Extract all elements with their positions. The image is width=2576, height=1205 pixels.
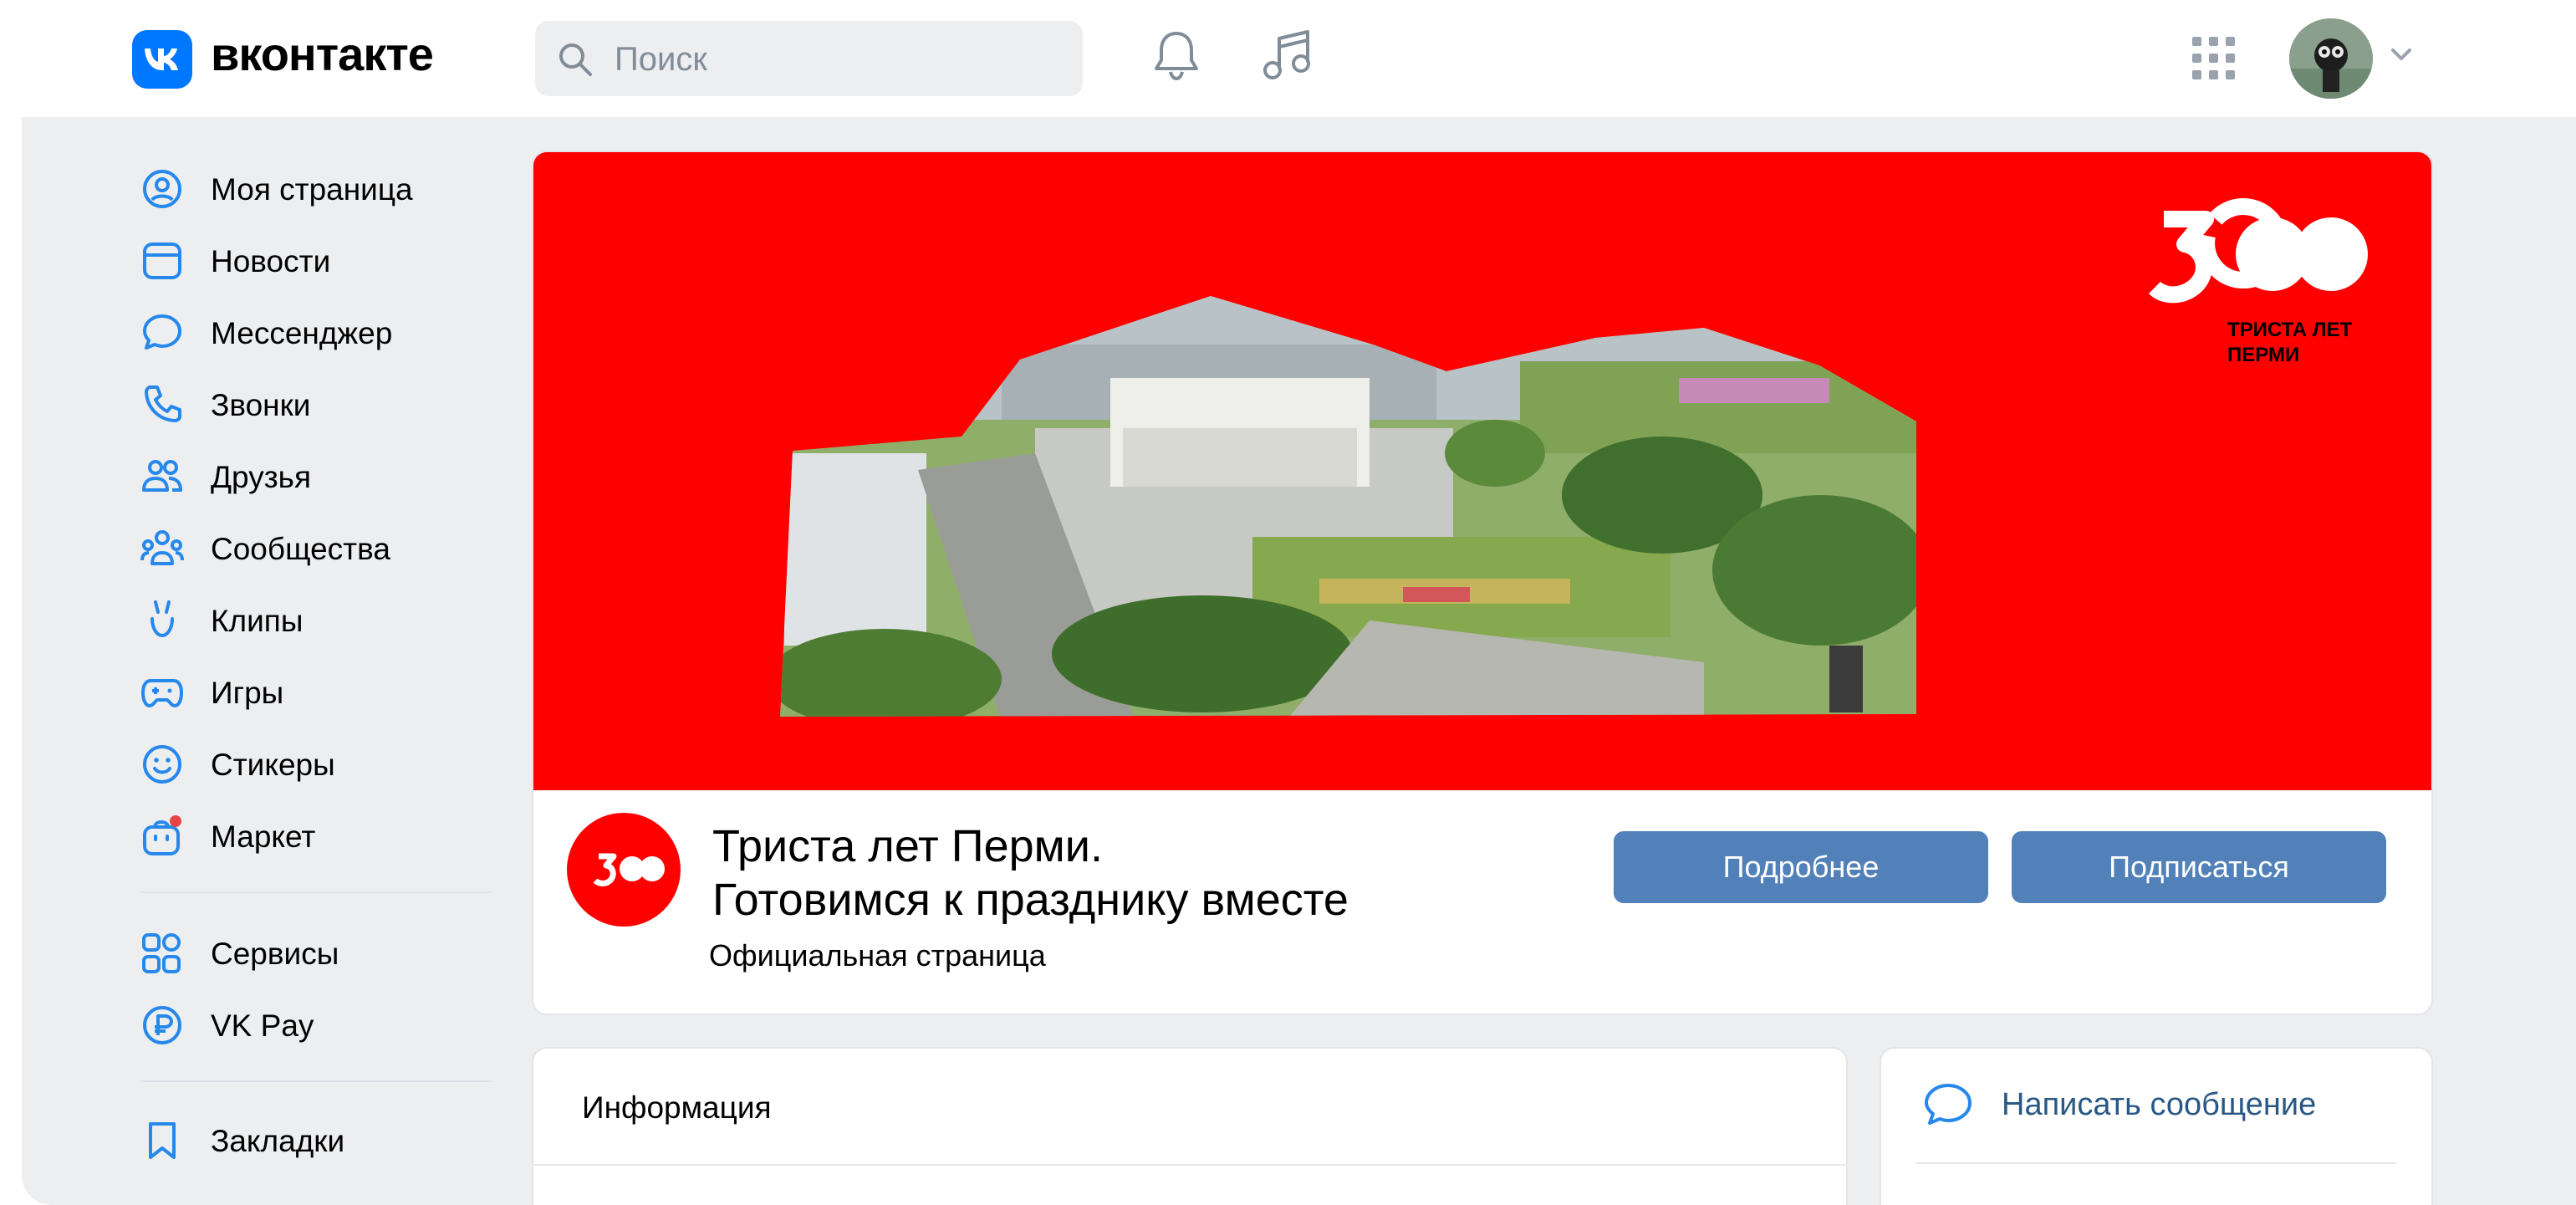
- gamepad-icon: [141, 679, 183, 707]
- sidebar-divider: [140, 1080, 492, 1082]
- sidebar-item-label: Маркет: [211, 820, 316, 854]
- group-avatar-300-logo: [593, 853, 665, 886]
- sidebar-item-label: Друзья: [211, 460, 311, 494]
- search-placeholder: Поиск: [615, 41, 707, 78]
- sidebar-item-label: Моя страница: [211, 172, 413, 207]
- sidebar-item-label: Игры: [211, 676, 284, 710]
- sidebar-item-messenger[interactable]: Мессенджер: [140, 308, 508, 358]
- card-divider: [533, 1164, 1846, 1166]
- services-grid-icon: [142, 933, 181, 973]
- sidebar-item-my-page[interactable]: Моя страница: [140, 164, 508, 214]
- chevron-down-icon[interactable]: [2390, 47, 2413, 62]
- sidebar-item-clips[interactable]: Клипы: [140, 595, 508, 646]
- sidebar-item-communities[interactable]: Сообщества: [140, 523, 508, 574]
- group-avatar[interactable]: [567, 813, 681, 927]
- clips-icon: [150, 600, 174, 638]
- newspaper-icon: [143, 243, 181, 279]
- sidebar-item-label: Новости: [211, 244, 331, 278]
- sidebar-item-bookmarks[interactable]: Закладки: [140, 1116, 508, 1166]
- search-icon: [559, 43, 592, 76]
- sidebar-item-label: Стикеры: [211, 748, 335, 782]
- more-button[interactable]: Подробнее: [1614, 831, 1988, 903]
- info-card: Информация: [533, 1049, 1846, 1205]
- music-icon[interactable]: [1262, 27, 1314, 82]
- write-message-button[interactable]: Написать сообщение: [1881, 1049, 2431, 1157]
- user-circle-icon: [143, 170, 181, 208]
- sidebar-item-label: VK Pay: [211, 1008, 314, 1043]
- sidebar-divider: [140, 891, 492, 893]
- sidebar-item-calls[interactable]: Звонки: [140, 380, 508, 430]
- group-header-card: ТРИСТА ЛЕТ ПЕРМИ Триста лет Перми. Готов…: [533, 152, 2431, 1014]
- shopping-bag-icon: [143, 815, 181, 855]
- sidebar-item-label: Звонки: [211, 388, 311, 422]
- anniversary-300-logo: [2148, 198, 2368, 304]
- user-avatar[interactable]: [2289, 18, 2373, 99]
- sidebar-item-stickers[interactable]: Стикеры: [140, 739, 508, 789]
- sidebar-item-label: Сервисы: [211, 937, 339, 971]
- write-message-label: Написать сообщение: [2002, 1087, 2317, 1122]
- friends-icon: [142, 460, 182, 492]
- group-cover: ТРИСТА ЛЕТ ПЕРМИ: [533, 152, 2431, 790]
- sidebar-item-market[interactable]: Маркет: [140, 811, 508, 861]
- sidebar-item-news[interactable]: Новости: [140, 236, 508, 286]
- bell-icon[interactable]: [1152, 28, 1201, 82]
- bookmark-icon: [149, 1122, 176, 1159]
- sidebar-item-games[interactable]: Игры: [140, 667, 508, 717]
- anniversary-caption: ТРИСТА ЛЕТ ПЕРМИ: [2227, 319, 2353, 366]
- group-subtitle: Официальная страница: [709, 938, 1046, 973]
- sidebar-item-friends[interactable]: Друзья: [140, 452, 508, 502]
- brand-name[interactable]: вконтакте: [211, 27, 434, 81]
- chat-bubble-icon: [1925, 1084, 1972, 1125]
- sidebar-item-label: Мессенджер: [211, 316, 393, 350]
- smile-icon: [143, 745, 181, 784]
- sidebar-item-label: Закладки: [211, 1124, 345, 1158]
- apps-grid-icon[interactable]: [2192, 37, 2236, 80]
- vk-logo-icon[interactable]: [132, 30, 192, 89]
- sidebar-item-label: Клипы: [211, 604, 304, 638]
- group-title: Триста лет Перми. Готовимся к празднику …: [712, 821, 1349, 925]
- chat-bubble-icon: [143, 314, 181, 350]
- subscribe-button[interactable]: Подписаться: [2012, 831, 2386, 903]
- sidebar-item-label: Сообщества: [211, 532, 390, 566]
- top-bar: вконтакте Поиск: [0, 0, 2576, 117]
- communities-icon: [140, 530, 184, 565]
- info-title: Информация: [582, 1090, 772, 1125]
- ruble-coin-icon: [143, 1006, 181, 1044]
- sidebar-item-vk-pay[interactable]: VK Pay: [140, 1000, 508, 1050]
- city-photo: [780, 198, 2368, 717]
- card-divider: [1916, 1162, 2396, 1164]
- notification-dot: [170, 815, 181, 827]
- sidebar-item-services[interactable]: Сервисы: [140, 928, 508, 978]
- actions-card: Написать сообщение: [1881, 1049, 2431, 1205]
- phone-icon: [145, 385, 181, 422]
- search-input[interactable]: Поиск: [535, 21, 1083, 96]
